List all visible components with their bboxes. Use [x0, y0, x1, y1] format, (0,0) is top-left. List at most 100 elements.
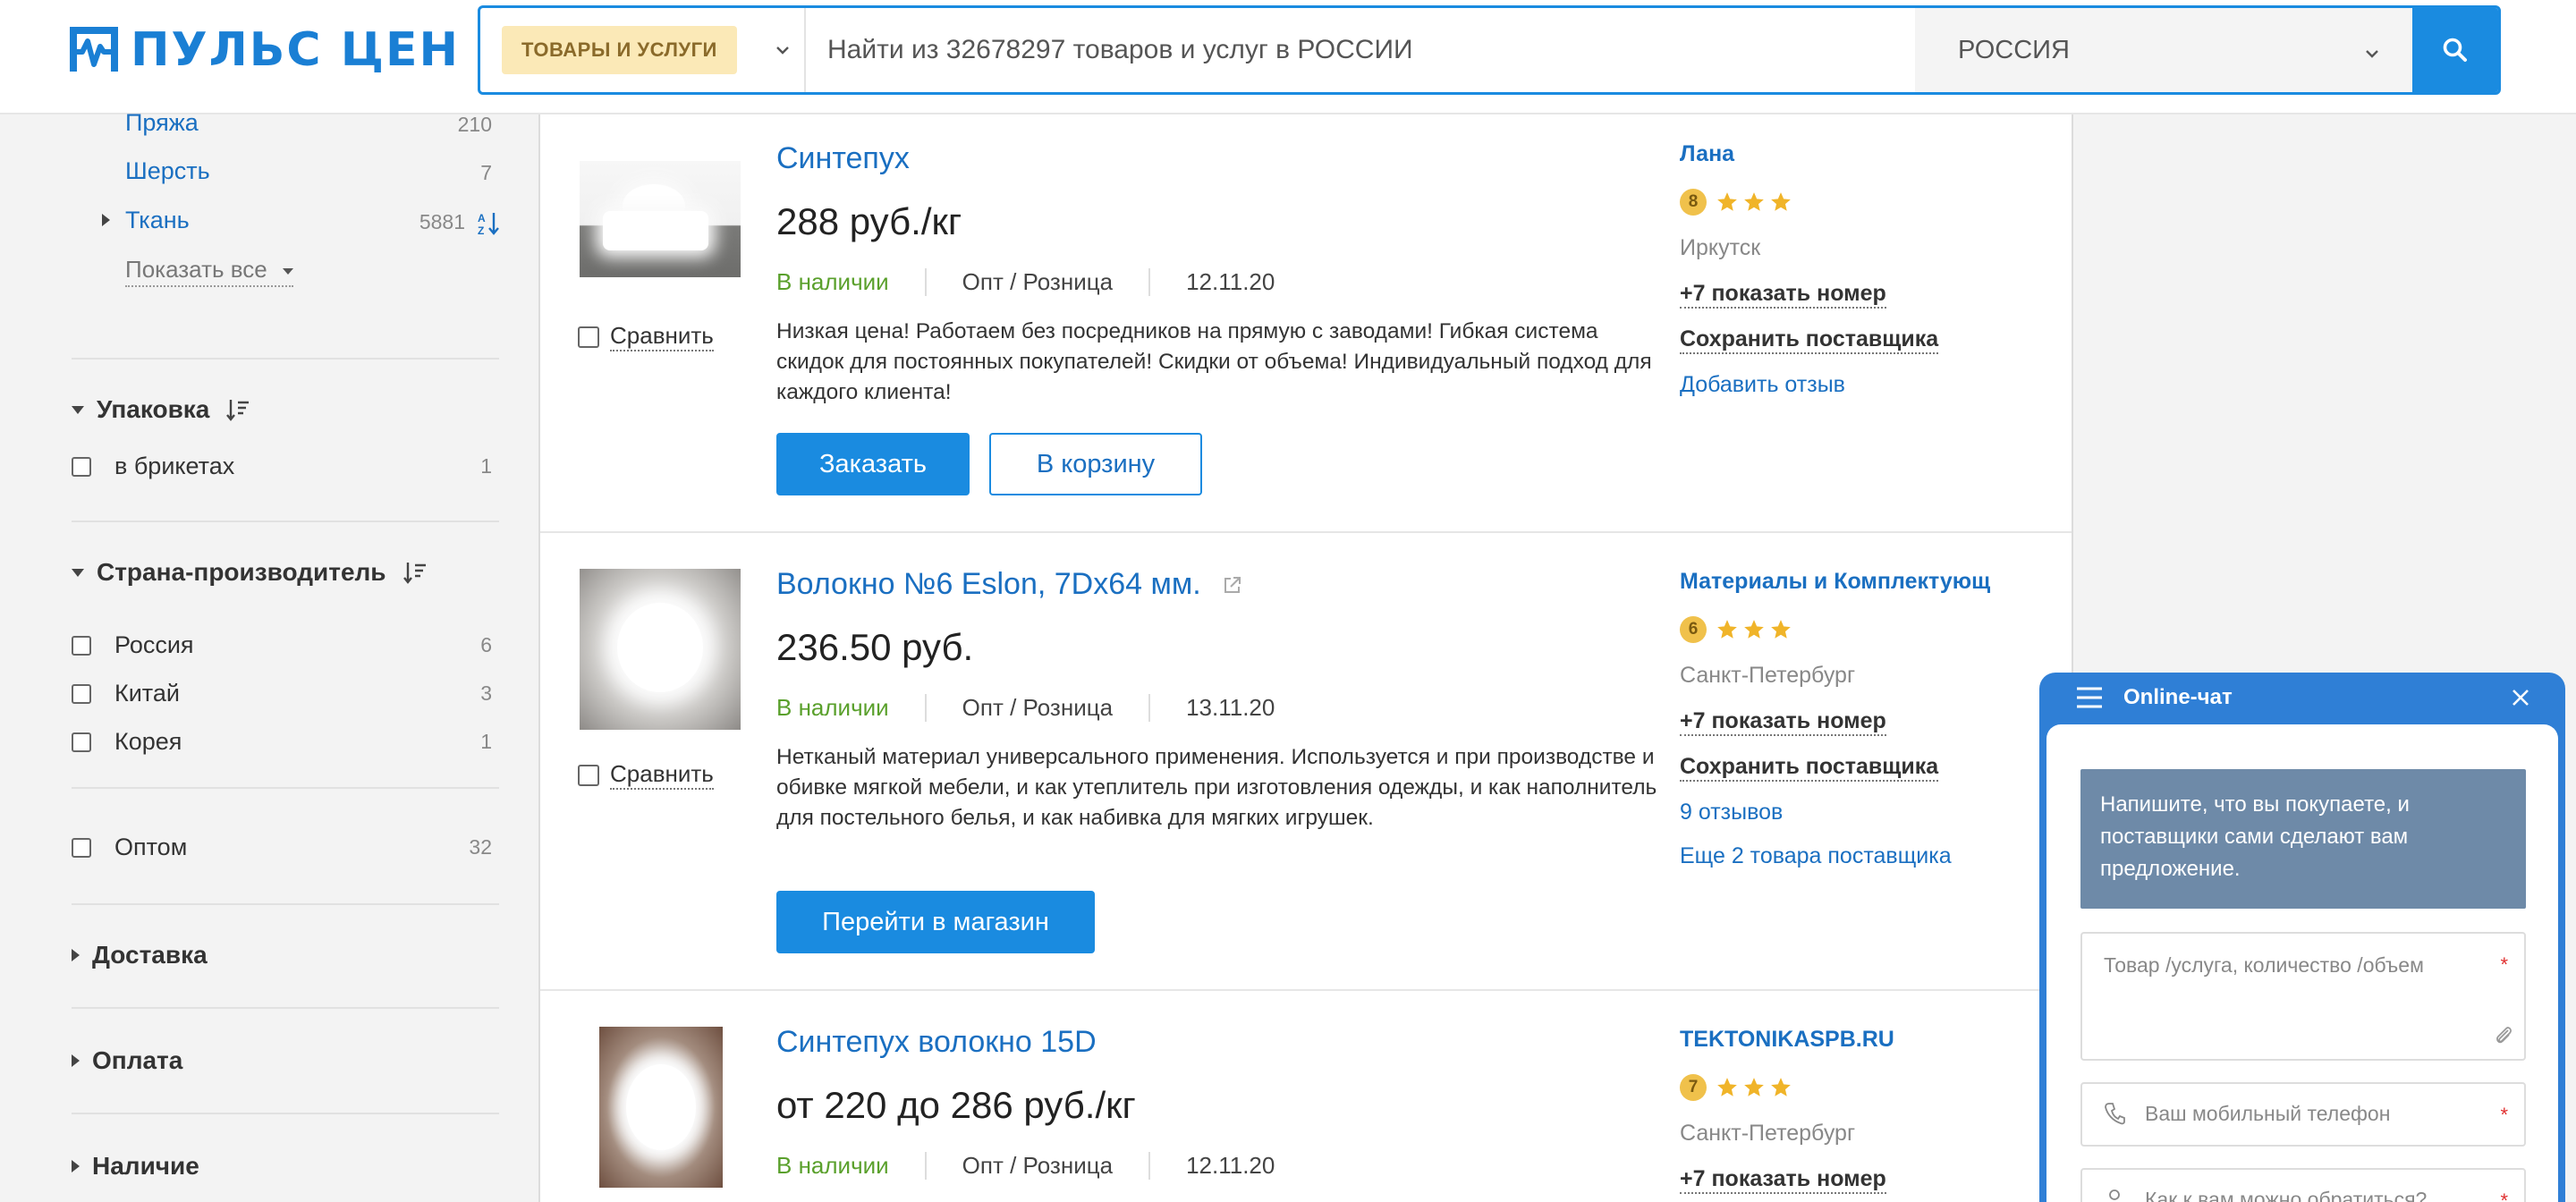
sort-icon[interactable] [402, 560, 428, 585]
product-title[interactable]: Волокно №6 Eslon, 7Dx64 мм. [776, 567, 1242, 602]
filters-sidebar: Пряжа 210 Шерсть 7 Ткань 5881 A Z Показа… [0, 109, 537, 1202]
site-header: ПУЛЬС ЦЕН ТОВАРЫ И УСЛУГИ РОССИЯ [0, 0, 2576, 114]
show-all-label: Показать все [125, 256, 267, 283]
seller-name[interactable]: Лана [1680, 141, 2002, 167]
filter-title: Оплата [92, 1046, 183, 1074]
reviews-link[interactable]: 9 отзывов [1680, 800, 2055, 825]
filter-option-wholesale[interactable]: Оптом 32 [72, 834, 492, 861]
checkbox[interactable] [72, 683, 91, 704]
seller-name[interactable]: Материалы и Комплектующ [1680, 569, 2002, 595]
filter-option[interactable]: Россия 6 [72, 631, 492, 659]
product-price: 236.50 руб. [776, 626, 974, 668]
phone-field[interactable]: Ваш мобильный телефон * [2080, 1082, 2526, 1147]
menu-icon[interactable] [2075, 686, 2104, 709]
product-image[interactable] [580, 161, 741, 277]
show-phone-link[interactable]: +7 показать номер [1680, 281, 1886, 309]
filter-option[interactable]: Китай 3 [72, 680, 492, 707]
required-mark: * [2500, 953, 2508, 976]
chat-body: Напишите, что вы покупаете, и поставщики… [2046, 724, 2558, 1202]
sidebar-item-wool[interactable]: Шерсть [125, 157, 210, 185]
name-field[interactable]: Как к вам можно обратиться? * [2080, 1168, 2526, 1202]
paperclip-icon[interactable] [2494, 1023, 2513, 1046]
add-to-cart-button[interactable]: В корзину [989, 433, 1202, 495]
stock-status: В наличии [776, 1151, 889, 1179]
category-select[interactable]: ТОВАРЫ И УСЛУГИ [480, 8, 806, 92]
compare-toggle[interactable]: Сравнить [578, 760, 714, 790]
compare-label: Сравнить [610, 760, 714, 790]
order-button[interactable]: Заказать [776, 433, 970, 495]
seller-block: Лана 8 Иркутск +7 показать номер Сохрани… [1680, 141, 2002, 398]
chat-header[interactable]: Online-чат [2039, 673, 2565, 723]
sort-icon[interactable] [225, 397, 250, 422]
chat-title: Online-чат [2123, 685, 2233, 709]
filter-payment-header[interactable]: Оплата [72, 1046, 182, 1075]
checkbox[interactable] [72, 837, 91, 858]
update-date: 13.11.20 [1186, 693, 1275, 721]
chevron-down-icon [776, 47, 789, 55]
update-date: 12.11.20 [1186, 267, 1275, 295]
star-icon [1744, 192, 1764, 211]
collapse-arrow-icon [72, 405, 84, 414]
rating-badge: 6 [1680, 616, 1707, 643]
filter-option[interactable]: в брикетах 1 [72, 453, 492, 480]
go-to-store-button[interactable]: Перейти в магазин [776, 891, 1095, 953]
seller-block: TEKTONIKASPB.RU 7 Санкт-Петербург +7 пок… [1680, 1027, 2002, 1194]
show-phone-link[interactable]: +7 показать номер [1680, 1166, 1886, 1194]
filter-delivery-header[interactable]: Доставка [72, 941, 208, 969]
rating-badge: 7 [1680, 1074, 1707, 1101]
product-image[interactable] [599, 1027, 723, 1188]
option-label: Россия [114, 631, 194, 658]
search-button[interactable] [2412, 8, 2498, 92]
product-title-text[interactable]: Синтепух [776, 141, 910, 176]
show-all-link[interactable]: Показать все [125, 256, 293, 287]
region-select[interactable]: РОССИЯ [1915, 8, 2412, 92]
external-link-icon[interactable] [1223, 575, 1242, 595]
sale-type: Опт / Розница [924, 267, 1151, 296]
save-seller-link[interactable]: Сохранить поставщика [1680, 326, 1939, 354]
compare-toggle[interactable]: Сравнить [578, 322, 714, 351]
seller-city: Иркутск [1680, 235, 1761, 260]
product-description: Низкая цена! Работаем без посредников на… [776, 319, 1652, 404]
search-input[interactable] [806, 8, 1915, 92]
divider [72, 787, 499, 789]
sidebar-item-yarn[interactable]: Пряжа [125, 109, 199, 137]
search-icon [2443, 38, 2467, 62]
product-title[interactable]: Синтепух [776, 141, 910, 176]
filter-packaging-header[interactable]: Упаковка [72, 395, 250, 424]
checkbox[interactable] [72, 732, 91, 752]
save-seller-link[interactable]: Сохранить поставщика [1680, 754, 1939, 782]
product-image[interactable] [580, 569, 741, 730]
add-review-link[interactable]: Добавить отзыв [1680, 372, 2002, 398]
checkbox[interactable] [72, 635, 91, 656]
checkbox[interactable] [72, 456, 91, 477]
show-phone-link[interactable]: +7 показать номер [1680, 708, 1886, 736]
seller-city: Санкт-Петербург [1680, 1121, 1856, 1146]
filter-title: Наличие [92, 1152, 199, 1180]
seller-city: Санкт-Петербург [1680, 663, 1856, 688]
expand-arrow-icon[interactable] [102, 214, 110, 226]
option-label: в брикетах [114, 453, 235, 479]
filter-availability-header[interactable]: Наличие [72, 1152, 199, 1181]
product-request-field[interactable]: Товар /услуга, количество /объем * [2080, 932, 2526, 1061]
filter-country-header[interactable]: Страна-производитель [72, 558, 428, 587]
product-meta: В наличии Опт / Розница 12.11.20 [776, 259, 1275, 304]
sale-type: Опт / Розница [924, 693, 1151, 722]
sort-az-icon[interactable]: A Z [478, 211, 501, 236]
product-title-text[interactable]: Синтепух волокно 15D [776, 1025, 1097, 1060]
product-title[interactable]: Синтепух волокно 15D [776, 1025, 1097, 1060]
checkbox[interactable] [578, 764, 599, 786]
fluff-shape [626, 1064, 696, 1150]
option-label: Корея [114, 728, 182, 755]
checkbox[interactable] [578, 326, 599, 348]
product-title-text[interactable]: Волокно №6 Eslon, 7Dx64 мм. [776, 567, 1201, 602]
sidebar-item-fabric[interactable]: Ткань [125, 207, 190, 234]
seller-name[interactable]: TEKTONIKASPB.RU [1680, 1027, 2002, 1053]
filter-option[interactable]: Корея 1 [72, 728, 492, 756]
product-meta: В наличии Опт / Розница 13.11.20 [776, 685, 1275, 730]
close-icon[interactable] [2510, 687, 2531, 708]
option-count: 32 [469, 835, 492, 859]
more-seller-products-link[interactable]: Еще 2 товара поставщика [1680, 843, 2055, 869]
star-icon [1717, 1078, 1737, 1096]
online-chat-widget: Online-чат Напишите, что вы покупаете, и… [2039, 673, 2565, 1202]
site-logo[interactable]: ПУЛЬС ЦЕН [70, 23, 460, 77]
